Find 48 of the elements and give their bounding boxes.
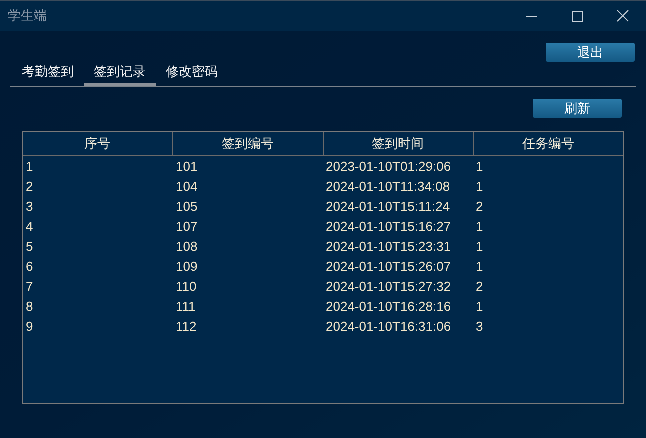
table-cell-text: 1: [476, 298, 484, 316]
refresh-button[interactable]: 刷新: [533, 99, 622, 118]
column-header[interactable]: 任务编号: [474, 132, 623, 155]
table-cell-text: 2: [476, 278, 484, 296]
table-cell-text: 2024-01-10T15:11:24: [326, 198, 450, 216]
table-cell-text: 2: [476, 198, 484, 216]
table-cell-text: 107: [176, 218, 198, 236]
table-cell-text: 112: [176, 318, 197, 336]
table-cell-text: 6: [26, 258, 34, 276]
table-cell-text: 3: [476, 318, 484, 336]
column-header[interactable]: 签到编号: [173, 132, 324, 155]
table-cell-text: 111: [176, 298, 196, 316]
table-cell-text: 110: [176, 278, 197, 296]
tab[interactable]: 考勤签到: [12, 61, 84, 86]
column-header[interactable]: 签到时间: [324, 132, 474, 155]
table-cell-text: 2024-01-10T15:26:07: [326, 258, 452, 276]
tab[interactable]: 签到记录: [84, 61, 156, 86]
table-cell-text: 2024-01-10T11:34:08: [326, 178, 450, 196]
table-cell-text: 1: [476, 158, 484, 176]
table-cell-text: 2024-01-10T15:16:27: [326, 218, 452, 236]
table-cell-text: 2024-01-10T15:27:32: [326, 278, 452, 296]
table-cell-text: 109: [176, 258, 198, 276]
table-cell-text: 1: [476, 178, 484, 196]
table-cell-text: 2: [26, 178, 34, 196]
column-header[interactable]: 序号: [23, 132, 174, 155]
table-cell-text: 105: [176, 198, 198, 216]
table-cell-text: 2024-01-10T16:31:06: [326, 318, 452, 336]
table-cell-text: 101: [176, 158, 198, 176]
table-cell-text: 1: [476, 238, 484, 256]
table-cell-text: 7: [26, 278, 34, 296]
tab[interactable]: 修改密码: [156, 61, 228, 86]
table-cell-text: 3: [26, 198, 34, 216]
table-cell-text: 2024-01-10T15:23:31: [326, 238, 452, 256]
table-cell-text: 2024-01-10T16:28:16: [326, 298, 452, 316]
logout-button[interactable]: 退出: [546, 43, 635, 62]
table-cell-text: 9: [26, 318, 34, 336]
table-cell-text: 1: [476, 218, 484, 236]
table-cell-text: 1: [476, 258, 484, 276]
window-title: 学生端: [8, 7, 47, 26]
table-cell-text: 5: [26, 238, 34, 256]
table-cell-text: 104: [176, 178, 198, 196]
table-cell-text: 108: [176, 238, 198, 256]
table-cell-text: 8: [26, 298, 34, 316]
table-cell-text: 4: [26, 218, 34, 236]
table-cell-text: 1: [26, 158, 34, 176]
close-icon: [617, 10, 629, 22]
maximize-icon: [572, 10, 582, 22]
table-cell-text: 2023-01-10T01:29:06: [326, 158, 452, 176]
